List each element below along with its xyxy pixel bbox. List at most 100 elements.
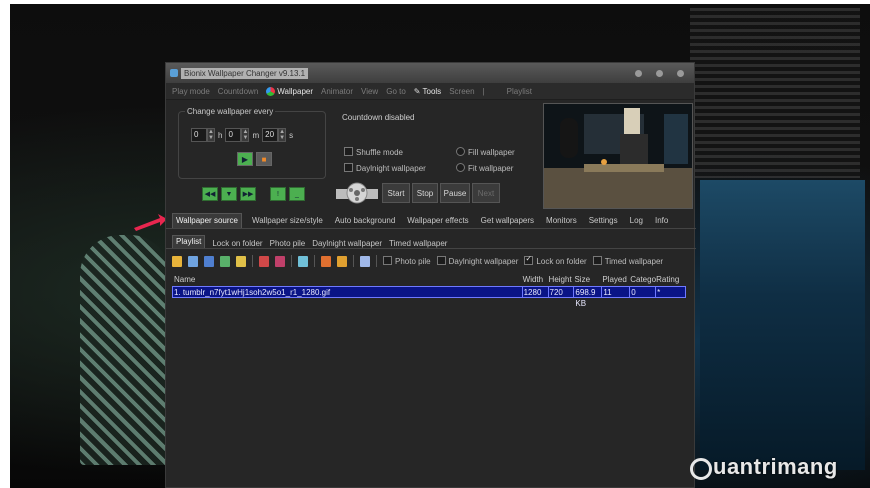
menu-view[interactable]: View xyxy=(361,87,378,96)
tab-wallpaper-effects[interactable]: Wallpaper effects xyxy=(405,216,470,228)
title-bar[interactable]: Bionix Wallpaper Changer v9.13.1 xyxy=(166,63,694,83)
menu-playlist[interactable]: Playlist xyxy=(507,87,532,96)
col-category[interactable]: Catego xyxy=(630,275,656,284)
maximize-icon[interactable] xyxy=(656,69,663,77)
table-row[interactable]: 1. tumblr_n7fyt1wHj1soh2w5o1_r1_1280.gif… xyxy=(172,286,686,308)
main-tabs: Wallpaper source Wallpaper size/style Au… xyxy=(166,213,696,229)
next-icon[interactable]: ▶▶ xyxy=(240,187,256,201)
daylight-check-icon xyxy=(344,163,353,172)
seconds-value[interactable]: 20 xyxy=(262,128,279,142)
tab-wallpaper-source[interactable]: Wallpaper source xyxy=(172,213,242,228)
daylight-checkbox[interactable]: Daylnight wallpaper xyxy=(344,163,426,173)
export-icon[interactable] xyxy=(337,255,347,267)
tab-auto-background[interactable]: Auto background xyxy=(333,216,398,228)
start-button[interactable]: Start xyxy=(382,183,410,203)
menu-goto[interactable]: Go to xyxy=(386,87,406,96)
remove-all-icon[interactable] xyxy=(275,255,285,267)
hours-arrows-icon[interactable]: ▲ ▼ xyxy=(207,128,215,142)
pause-button[interactable]: Pause xyxy=(440,183,470,203)
lock-folder-checkbox[interactable]: Lock on folder xyxy=(524,254,587,266)
toolbar-separator xyxy=(291,255,292,267)
col-width[interactable]: Width xyxy=(523,275,549,284)
minimize-tray-icon[interactable]: _ xyxy=(289,187,305,201)
cell-rating: * xyxy=(655,287,685,297)
fill-label: Fill wallpaper xyxy=(468,148,515,157)
hours-stepper[interactable]: 0 ▲ ▼ xyxy=(191,128,215,142)
film-reel-icon xyxy=(336,182,378,204)
next-button[interactable]: Next xyxy=(472,183,500,203)
change-wallpaper-legend: Change wallpaper every xyxy=(185,107,276,116)
timed-checkbox[interactable]: Timed wallpaper xyxy=(592,256,664,266)
tab-settings[interactable]: Settings xyxy=(587,216,620,228)
cell-name: 1. tumblr_n7fyt1wHj1soh2w5o1_r1_1280.gif xyxy=(174,288,331,297)
wrench-icon: ✎ xyxy=(413,86,421,96)
timed-label: Timed wallpaper xyxy=(604,257,664,266)
subtab-lock-on-folder[interactable]: Lock on folder xyxy=(212,239,262,248)
navigation-buttons: ◀◀ ▼ ▶▶ ! _ xyxy=(202,187,305,201)
hours-value[interactable]: 0 xyxy=(191,128,207,142)
wallpaper-blinds xyxy=(690,8,860,178)
filter-icon[interactable] xyxy=(298,255,308,267)
add-file-icon[interactable] xyxy=(188,255,198,267)
sort-icon[interactable] xyxy=(321,255,331,267)
subtab-daylight-wallpaper[interactable]: Daylnight wallpaper xyxy=(312,239,382,248)
shuffle-checkbox[interactable]: Shuffle mode xyxy=(344,147,403,157)
previous-icon[interactable]: ◀◀ xyxy=(202,187,218,201)
tab-get-wallpapers[interactable]: Get wallpapers xyxy=(479,216,536,228)
daylight-label: Daylnight wallpaper xyxy=(356,164,426,173)
seconds-stepper[interactable]: 20 ▲ ▼ xyxy=(262,128,287,142)
folder-icon[interactable] xyxy=(236,255,246,267)
fill-radio[interactable]: Fill wallpaper xyxy=(456,147,515,157)
subtab-timed-wallpaper[interactable]: Timed wallpaper xyxy=(389,239,447,248)
stop-icon[interactable]: ■ xyxy=(256,152,272,166)
menu-animator[interactable]: Animator xyxy=(321,87,353,96)
stop-button[interactable]: Stop xyxy=(412,183,438,203)
down-icon[interactable]: ▼ xyxy=(221,187,237,201)
shuffle-check-icon xyxy=(344,147,353,156)
tab-monitors[interactable]: Monitors xyxy=(544,216,579,228)
minutes-value[interactable]: 0 xyxy=(225,128,242,142)
wallpaper-preview xyxy=(543,103,693,209)
toolbar-separator xyxy=(376,255,377,267)
close-icon[interactable] xyxy=(677,69,684,77)
subtab-photo-pile[interactable]: Photo pile xyxy=(270,239,306,248)
toolbar-separator xyxy=(314,255,315,267)
properties-icon[interactable] xyxy=(360,255,370,267)
daylight-option-check-icon xyxy=(436,256,446,265)
col-name[interactable]: Name xyxy=(172,275,523,284)
minutes-arrows-icon[interactable]: ▲ ▼ xyxy=(241,128,250,142)
daylight-option-checkbox[interactable]: Daylnight wallpaper xyxy=(436,256,518,266)
col-played[interactable]: Played xyxy=(602,275,630,284)
menu-wallpaper[interactable]: Wallpaper xyxy=(266,86,313,96)
watermark-q-icon xyxy=(690,458,712,480)
tab-log[interactable]: Log xyxy=(628,216,645,228)
save-icon[interactable] xyxy=(204,255,214,267)
photo-pile-label: Photo pile xyxy=(395,257,431,266)
play-icon[interactable]: ▶ xyxy=(237,152,253,166)
playlist-toolbar: Photo pile Daylnight wallpaper Lock on f… xyxy=(172,253,692,269)
app-icon xyxy=(170,69,178,77)
subtab-playlist[interactable]: Playlist xyxy=(172,235,206,248)
open-folder-icon[interactable] xyxy=(172,255,182,267)
info-icon[interactable]: ! xyxy=(270,187,286,201)
seconds-arrows-icon[interactable]: ▲ ▼ xyxy=(278,128,287,142)
cell-height: 720 xyxy=(547,287,574,297)
minutes-stepper[interactable]: 0 ▲ ▼ xyxy=(225,128,250,142)
photo-pile-checkbox[interactable]: Photo pile xyxy=(383,256,431,266)
change-wallpaper-group: Change wallpaper every 0 ▲ ▼ h 0 ▲ ▼ m 20 ▲ ▼ … xyxy=(178,107,326,179)
menu-tools[interactable]: ✎ Tools xyxy=(414,87,441,96)
menu-countdown[interactable]: Countdown xyxy=(218,87,258,96)
remove-icon[interactable] xyxy=(259,255,269,267)
add-list-icon[interactable] xyxy=(220,255,230,267)
fit-radio[interactable]: Fit wallpaper xyxy=(456,163,513,173)
menu-screen[interactable]: Screen xyxy=(449,87,474,96)
timed-check-icon xyxy=(592,256,602,265)
col-rating[interactable]: Rating xyxy=(656,275,686,284)
col-size[interactable]: Size xyxy=(574,275,602,284)
tab-info[interactable]: Info xyxy=(653,216,670,228)
menu-play-mode[interactable]: Play mode xyxy=(172,87,210,96)
tab-wallpaper-size-style[interactable]: Wallpaper size/style xyxy=(250,216,325,228)
col-height[interactable]: Height xyxy=(549,275,575,284)
minimize-icon[interactable] xyxy=(635,69,642,77)
watermark-text: uantrimang xyxy=(713,454,838,479)
